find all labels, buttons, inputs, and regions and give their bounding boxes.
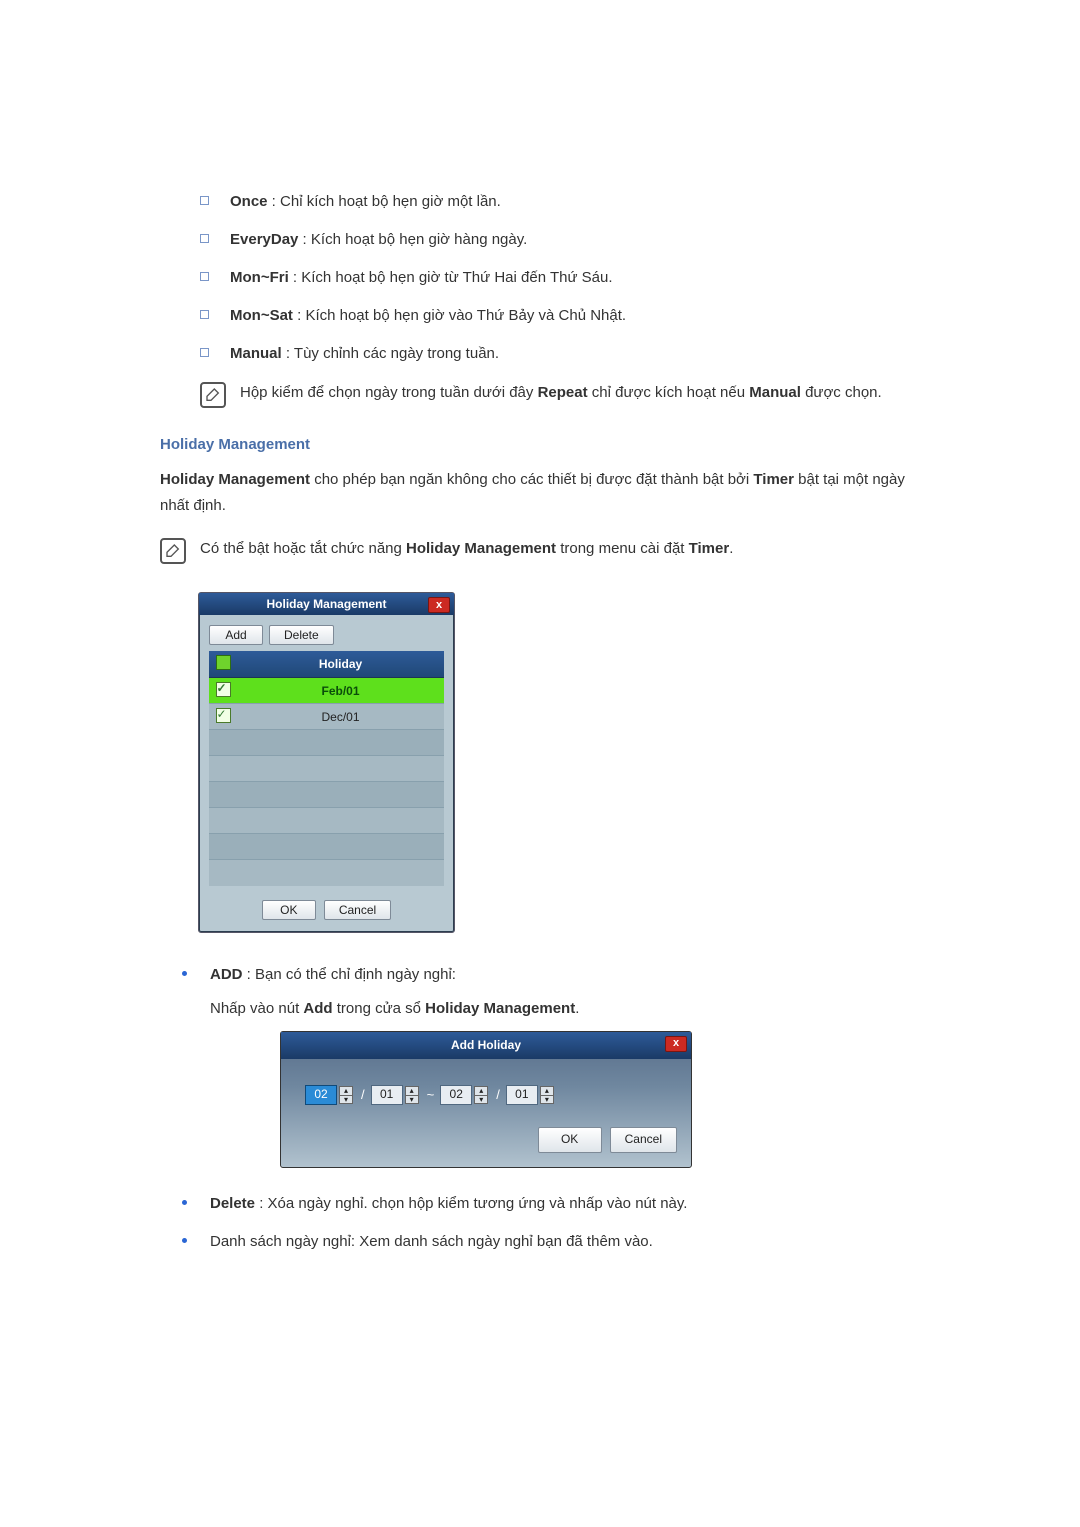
row-checkbox[interactable]: [216, 708, 231, 723]
hm-title-text: Holiday Management: [266, 597, 386, 611]
note-icon: [200, 382, 226, 408]
option-everyday: EveryDay : Kích hoạt bộ hẹn giờ hàng ngà…: [200, 228, 920, 252]
repeat-options-list: Once : Chỉ kích hoạt bộ hẹn giờ một lần.…: [160, 190, 920, 366]
note-icon: [160, 538, 186, 564]
holiday-management-intro: Holiday Management cho phép bạn ngăn khô…: [160, 467, 920, 518]
option-desc: : Kích hoạt bộ hẹn giờ vào Thứ Bảy và Ch…: [293, 307, 626, 324]
start-day-spinner[interactable]: ▴▾: [405, 1086, 419, 1104]
option-manual: Manual : Tùy chỉnh các ngày trong tuần.: [200, 342, 920, 366]
holiday-cell: Feb/01: [237, 678, 444, 704]
holiday-cell: Dec/01: [237, 704, 444, 730]
holiday-header: Holiday: [237, 651, 444, 678]
table-row: [209, 834, 444, 860]
table-row[interactable]: Dec/01: [209, 704, 444, 730]
delete-description: Delete : Xóa ngày nghỉ. chọn hộp kiểm tư…: [180, 1192, 920, 1216]
option-label: Mon~Fri: [230, 269, 289, 286]
close-icon[interactable]: x: [428, 597, 450, 613]
ok-button[interactable]: OK: [262, 900, 316, 920]
note-text: Có thể bật hoặc tắt chức năng Holiday Ma…: [200, 536, 733, 562]
option-mon-sat: Mon~Sat : Kích hoạt bộ hẹn giờ vào Thứ B…: [200, 304, 920, 328]
add-holiday-window: Add Holiday x 02 ▴▾ / 01 ▴▾ ~ 02 ▴▾ / 01…: [280, 1031, 692, 1168]
start-month-spinner[interactable]: ▴▾: [339, 1086, 353, 1104]
cancel-button[interactable]: Cancel: [324, 900, 391, 920]
table-row: [209, 730, 444, 756]
hm-titlebar: Holiday Management x: [199, 593, 454, 615]
end-month-field[interactable]: 02: [440, 1085, 472, 1105]
option-desc: : Kích hoạt bộ hẹn giờ từ Thứ Hai đến Th…: [289, 269, 613, 286]
slash-text: /: [496, 1085, 500, 1106]
option-label: EveryDay: [230, 231, 298, 248]
ok-button[interactable]: OK: [538, 1127, 602, 1152]
option-label: Mon~Sat: [230, 307, 293, 324]
cancel-button[interactable]: Cancel: [610, 1127, 677, 1152]
tilde-text: ~: [427, 1085, 435, 1106]
select-all-checkbox[interactable]: [216, 655, 231, 670]
ah-footer: OK Cancel: [281, 1127, 691, 1166]
option-once: Once : Chỉ kích hoạt bộ hẹn giờ một lần.: [200, 190, 920, 214]
holiday-table: Holiday Feb/01 Dec/01: [209, 651, 444, 886]
note-text: Hộp kiểm để chọn ngày trong tuần dưới đâ…: [240, 380, 882, 406]
start-month-field[interactable]: 02: [305, 1085, 337, 1105]
ah-titlebar: Add Holiday x: [281, 1032, 691, 1059]
holiday-management-heading: Holiday Management: [160, 436, 920, 453]
row-checkbox[interactable]: [216, 682, 231, 697]
holiday-management-window: Holiday Management x Add Delete Holiday …: [198, 592, 455, 933]
hm-footer: OK Cancel: [199, 890, 454, 932]
end-month-spinner[interactable]: ▴▾: [474, 1086, 488, 1104]
ah-title-text: Add Holiday: [451, 1038, 521, 1052]
option-desc: : Tùy chỉnh các ngày trong tuần.: [282, 345, 499, 362]
option-label: Manual: [230, 345, 282, 362]
table-row: [209, 860, 444, 886]
slash-text: /: [361, 1085, 365, 1106]
option-desc: : Chỉ kích hoạt bộ hẹn giờ một lần.: [268, 193, 501, 210]
option-label: Once: [230, 193, 268, 210]
table-row: [209, 782, 444, 808]
add-description: ADD : Bạn có thể chỉ định ngày nghỉ: Nhấ…: [180, 963, 920, 1168]
table-row: [209, 808, 444, 834]
note-holiday-toggle: Có thể bật hoặc tắt chức năng Holiday Ma…: [160, 536, 920, 564]
holiday-actions-list: ADD : Bạn có thể chỉ định ngày nghỉ: Nhấ…: [160, 963, 920, 1254]
close-icon[interactable]: x: [665, 1036, 687, 1052]
option-desc: : Kích hoạt bộ hẹn giờ hàng ngày.: [298, 231, 527, 248]
end-day-field[interactable]: 01: [506, 1085, 538, 1105]
option-mon-fri: Mon~Fri : Kích hoạt bộ hẹn giờ từ Thứ Ha…: [200, 266, 920, 290]
table-row: [209, 756, 444, 782]
hm-toolbar: Add Delete: [199, 615, 454, 651]
delete-button[interactable]: Delete: [269, 625, 334, 645]
list-description: Danh sách ngày nghỉ: Xem danh sách ngày …: [180, 1230, 920, 1254]
table-header-row: Holiday: [209, 651, 444, 678]
table-row[interactable]: Feb/01: [209, 678, 444, 704]
start-day-field[interactable]: 01: [371, 1085, 403, 1105]
note-repeat-manual: Hộp kiểm để chọn ngày trong tuần dưới đâ…: [200, 380, 920, 408]
ah-body: 02 ▴▾ / 01 ▴▾ ~ 02 ▴▾ / 01 ▴▾: [281, 1059, 691, 1128]
end-day-spinner[interactable]: ▴▾: [540, 1086, 554, 1104]
add-button[interactable]: Add: [209, 625, 263, 645]
